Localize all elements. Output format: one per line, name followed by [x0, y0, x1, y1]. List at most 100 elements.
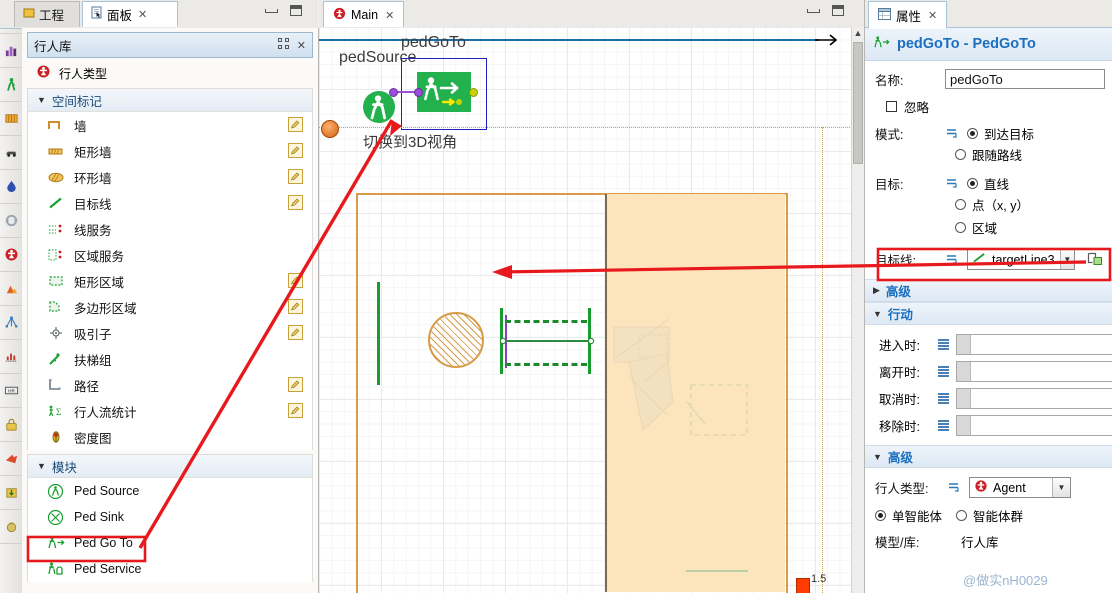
- code-editor-icon[interactable]: [938, 339, 949, 350]
- library-item-escalator-group[interactable]: 扶梯组: [28, 346, 312, 372]
- target-radio-line[interactable]: [967, 178, 978, 189]
- tab-project[interactable]: 工程: [14, 1, 80, 27]
- dynamic-expression-icon[interactable]: [947, 480, 963, 495]
- library-ped-type-row[interactable]: 行人类型: [22, 58, 318, 88]
- tab-project-label: 工程: [39, 9, 65, 23]
- target-radio-point[interactable]: [955, 199, 966, 210]
- section-advanced-collapsed[interactable]: ▶ 高级: [865, 279, 1112, 302]
- library-group-header[interactable]: ▼ 模块: [28, 455, 312, 478]
- canvas-wall-vertical-1[interactable]: [377, 282, 380, 385]
- dynamic-expression-icon[interactable]: [945, 252, 961, 267]
- dynamic-expression-icon[interactable]: [945, 176, 961, 191]
- edit-pencil-icon[interactable]: [288, 403, 303, 418]
- code-editor-icon[interactable]: [938, 420, 949, 431]
- minimize-icon[interactable]: [265, 8, 278, 13]
- canvas-vertical-scrollbar[interactable]: ▲: [851, 27, 864, 593]
- section-advanced-expanded[interactable]: ▼ 高级: [865, 445, 1112, 468]
- canvas-port-in[interactable]: [389, 88, 398, 97]
- edit-pencil-icon[interactable]: [288, 299, 303, 314]
- mode-radio-follow-route[interactable]: [955, 149, 966, 160]
- scroll-up-arrow-icon[interactable]: ▲: [852, 27, 864, 40]
- library-item-rect-area[interactable]: 矩形区域: [28, 268, 312, 294]
- toolbar-item-network-icon[interactable]: [0, 306, 22, 340]
- minimize-icon[interactable]: [807, 8, 820, 13]
- toolbar-item-transport-icon[interactable]: [0, 442, 22, 476]
- edit-pencil-icon[interactable]: [288, 169, 303, 184]
- library-item-line-service[interactable]: 线服务: [28, 216, 312, 242]
- toolbar-item-storage-icon[interactable]: [0, 476, 22, 510]
- library-item-ped-go-to[interactable]: Ped Go To: [28, 530, 312, 556]
- library-item-area-service[interactable]: 区域服务: [28, 242, 312, 268]
- mode-radio-reach-target[interactable]: [967, 128, 978, 139]
- toolbar-item-rail-icon[interactable]: [0, 102, 22, 136]
- toolbar-item-analysis-icon[interactable]: [0, 340, 22, 374]
- target-line-select[interactable]: targetLine3 ▼: [967, 249, 1075, 270]
- canvas-port-block-in[interactable]: [414, 88, 423, 97]
- toolbar-item-resource-icon[interactable]: [0, 408, 22, 442]
- edit-pencil-icon[interactable]: [288, 325, 303, 340]
- chevron-down-icon[interactable]: ▼: [1059, 250, 1074, 269]
- action-input[interactable]: [956, 388, 1112, 409]
- agent-mode-radio-population[interactable]: [956, 510, 968, 521]
- library-item-density-map[interactable]: 密度图: [28, 424, 312, 450]
- left-vertical-toolbar: HR: [0, 0, 23, 593]
- canvas-ped-goto-block[interactable]: [417, 72, 471, 112]
- go-to-element-icon[interactable]: [1087, 251, 1103, 269]
- toolbar-item-material-icon[interactable]: [0, 204, 22, 238]
- maximize-icon[interactable]: [832, 5, 844, 16]
- edit-pencil-icon[interactable]: [288, 117, 303, 132]
- tab-main-close-icon[interactable]: ✕: [385, 9, 394, 22]
- toolbar-item-fluid-icon[interactable]: [0, 170, 22, 204]
- library-group-header[interactable]: ▼ 空间标记: [28, 89, 312, 112]
- library-item-path[interactable]: 路径: [28, 372, 312, 398]
- library-item-polygon-area[interactable]: 多边形区域: [28, 294, 312, 320]
- agent-mode-radio-single[interactable]: [875, 510, 886, 521]
- scroll-thumb[interactable]: [853, 42, 863, 164]
- tab-palette-close-icon[interactable]: ✕: [138, 8, 147, 21]
- action-label: 取消时:: [879, 393, 920, 407]
- section-actions[interactable]: ▼ 行动: [865, 302, 1112, 325]
- toolbar-item-agent-icon[interactable]: [0, 238, 22, 272]
- canvas-circular-wall[interactable]: [428, 312, 484, 368]
- edit-pencil-icon[interactable]: [288, 195, 303, 210]
- action-input[interactable]: [956, 334, 1112, 355]
- library-item-ped-flow-stats[interactable]: Σ 行人流统计: [28, 398, 312, 424]
- library-item-target-line[interactable]: 目标线: [28, 190, 312, 216]
- ignore-checkbox[interactable]: [886, 101, 897, 112]
- library-item-ped-service[interactable]: Ped Service: [28, 556, 312, 582]
- library-item-wall[interactable]: 墙: [28, 112, 312, 138]
- edit-pencil-icon[interactable]: [288, 143, 303, 158]
- ped-type-select[interactable]: Agent ▼: [969, 477, 1071, 498]
- tab-properties[interactable]: 属性 ✕: [868, 1, 948, 29]
- chevron-down-icon[interactable]: ▼: [1052, 478, 1070, 497]
- dynamic-expression-icon[interactable]: [945, 126, 961, 141]
- toolbar-item-inventory-icon[interactable]: [0, 510, 22, 544]
- edit-pencil-icon[interactable]: [288, 377, 303, 392]
- library-item-ped-source[interactable]: Ped Source: [28, 478, 312, 504]
- canvas-level-marker[interactable]: [321, 120, 339, 138]
- tab-properties-close-icon[interactable]: ✕: [928, 9, 937, 22]
- toolbar-item-chart-icon[interactable]: [0, 34, 22, 68]
- toolbar-item-road-icon[interactable]: [0, 136, 22, 170]
- canvas-port-out[interactable]: [469, 88, 478, 97]
- library-item-attractor[interactable]: 吸引子: [28, 320, 312, 346]
- library-item-ped-sink[interactable]: Ped Sink: [28, 504, 312, 530]
- library-item-rect-wall[interactable]: 矩形墙: [28, 138, 312, 164]
- edit-pencil-icon[interactable]: [288, 273, 303, 288]
- name-input[interactable]: pedGoTo: [945, 69, 1105, 89]
- toolbar-item-pedestrian-icon[interactable]: [0, 68, 22, 102]
- code-editor-icon[interactable]: [938, 366, 949, 377]
- maximize-icon[interactable]: [290, 5, 302, 16]
- tab-palette[interactable]: 面板 ✕: [82, 1, 178, 27]
- tab-main[interactable]: Main ✕: [323, 1, 405, 29]
- action-input[interactable]: [956, 361, 1112, 382]
- grid-view-icon[interactable]: [277, 38, 289, 52]
- action-input[interactable]: [956, 415, 1112, 436]
- toolbar-item-process-icon[interactable]: [0, 272, 22, 306]
- target-radio-area[interactable]: [955, 222, 966, 233]
- code-editor-icon[interactable]: [938, 393, 949, 404]
- close-icon[interactable]: ✕: [297, 39, 306, 52]
- library-item-circular-wall[interactable]: 环形墙: [28, 164, 312, 190]
- model-canvas[interactable]: pedSource pedGoTo 切换到3D视角 1.5: [319, 27, 852, 593]
- toolbar-item-link-icon[interactable]: HR: [0, 374, 22, 408]
